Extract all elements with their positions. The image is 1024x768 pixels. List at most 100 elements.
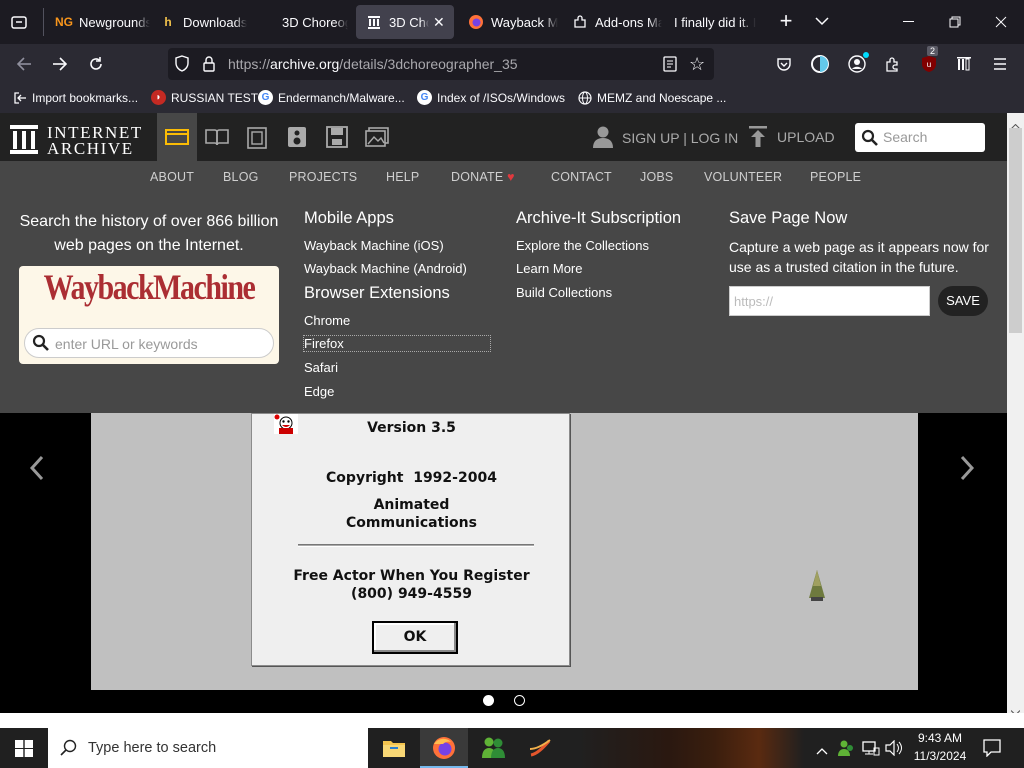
tab-i-finally-did-it[interactable]: I finally did it. I bbox=[664, 5, 764, 39]
scrollbar-thumb[interactable] bbox=[1009, 128, 1022, 333]
page-scrollbar[interactable] bbox=[1007, 113, 1024, 716]
people-tray-icon[interactable] bbox=[837, 739, 855, 762]
video-media-icon[interactable] bbox=[246, 127, 268, 154]
carousel-dot-1[interactable] bbox=[483, 695, 494, 706]
signup-login-link[interactable]: SIGN UP | LOG IN bbox=[622, 130, 738, 146]
web-media-tab[interactable] bbox=[157, 113, 197, 161]
bookmark-star-icon[interactable]: ☆ bbox=[689, 54, 705, 75]
link-chrome[interactable]: Chrome bbox=[304, 313, 350, 328]
tab-add-ons-manager[interactable]: Add-ons Manager bbox=[562, 5, 662, 39]
msn-messenger-taskbar-icon[interactable] bbox=[481, 736, 507, 765]
address-bar[interactable]: https://archive.org/details/3dchoreograp… bbox=[168, 48, 714, 80]
close-window-icon[interactable] bbox=[978, 0, 1024, 44]
link-learn-more[interactable]: Learn More bbox=[516, 261, 582, 276]
action-center-icon[interactable] bbox=[983, 739, 1001, 762]
next-slide-icon[interactable] bbox=[958, 455, 976, 486]
clock-date[interactable]: 11/3/2024 bbox=[910, 749, 970, 763]
nav-projects[interactable]: PROJECTS bbox=[289, 170, 357, 184]
images-media-icon[interactable] bbox=[365, 127, 389, 152]
taskbar-search-box[interactable]: Type here to search bbox=[48, 728, 368, 768]
dialog-ok-button[interactable]: OK bbox=[372, 621, 458, 654]
nav-about[interactable]: ABOUT bbox=[150, 170, 194, 184]
internet-archive-logo[interactable]: INTERNET ARCHIVE bbox=[10, 123, 150, 158]
bookmark-russian-test[interactable]: ◗ RUSSIAN TEST bbox=[151, 90, 258, 105]
tab-downloads[interactable]: h Downloads bbox=[150, 5, 265, 39]
bookmark-endermanch[interactable]: G Endermanch/Malware... bbox=[258, 90, 405, 105]
ublock-origin-icon[interactable]: u 2 bbox=[917, 46, 941, 76]
audio-media-icon[interactable] bbox=[287, 126, 307, 153]
firefox-icon bbox=[468, 14, 484, 30]
nav-donate[interactable]: DONATE ♥ bbox=[451, 170, 515, 184]
save-page-description: Capture a web page as it appears now for… bbox=[729, 239, 989, 275]
google-icon: G bbox=[417, 90, 432, 105]
upload-icon[interactable] bbox=[749, 126, 767, 153]
ia-search-box[interactable]: Search bbox=[855, 123, 985, 152]
restore-window-icon[interactable] bbox=[932, 0, 978, 44]
nav-help[interactable]: HELP bbox=[386, 170, 419, 184]
lock-icon[interactable] bbox=[202, 56, 216, 77]
file-explorer-taskbar-icon[interactable] bbox=[382, 738, 406, 763]
link-explore-collections[interactable]: Explore the Collections bbox=[516, 238, 649, 253]
carousel-dot-2[interactable] bbox=[514, 695, 525, 706]
user-icon[interactable] bbox=[593, 125, 613, 154]
newgrounds-icon: NG bbox=[55, 15, 73, 29]
nav-people[interactable]: PEOPLE bbox=[810, 170, 861, 184]
puzzle-icon bbox=[572, 14, 588, 30]
link-wayback-android[interactable]: Wayback Machine (Android) bbox=[304, 261, 467, 276]
start-button-icon[interactable] bbox=[15, 740, 33, 762]
upload-link[interactable]: UPLOAD bbox=[777, 129, 835, 145]
nav-blog[interactable]: BLOG bbox=[223, 170, 259, 184]
link-build-collections[interactable]: Build Collections bbox=[516, 285, 612, 300]
volume-icon[interactable] bbox=[885, 739, 903, 761]
bookmark-index-isos[interactable]: G Index of /ISOs/Windows bbox=[417, 90, 565, 105]
previous-slide-icon[interactable] bbox=[28, 455, 46, 486]
reader-view-icon[interactable] bbox=[663, 56, 677, 77]
app-menu-icon[interactable] bbox=[988, 52, 1012, 76]
about-dialog: Version 3.5 Copyright 1992-2004 Animated… bbox=[251, 413, 570, 666]
wayback-logo-box[interactable]: WaybackMachine enter URL or keywords bbox=[19, 266, 279, 364]
firefox-taskbar-button[interactable] bbox=[420, 728, 468, 768]
search-placeholder: Search bbox=[883, 129, 928, 145]
bookmark-memz[interactable]: MEMZ and Noescape ... bbox=[577, 90, 726, 105]
tab-wayback-machine[interactable]: Wayback Machine bbox=[458, 5, 558, 39]
new-tab-icon[interactable]: + bbox=[775, 10, 797, 34]
windows-taskbar: Type here to search 9:43 AM 11/3/2024 bbox=[0, 728, 1024, 768]
list-all-tabs-icon[interactable] bbox=[815, 13, 835, 33]
save-page-url-input[interactable]: https:// bbox=[729, 286, 930, 316]
link-wayback-ios[interactable]: Wayback Machine (iOS) bbox=[304, 238, 444, 253]
save-button[interactable]: SAVE bbox=[938, 286, 988, 316]
link-firefox[interactable]: Firefox bbox=[303, 335, 491, 352]
wayback-machine-logo: WaybackMachine bbox=[43, 268, 256, 308]
software-media-icon[interactable] bbox=[326, 126, 348, 153]
url-text[interactable]: https://archive.org/details/3dchoreograp… bbox=[228, 56, 518, 72]
clock-time[interactable]: 9:43 AM bbox=[910, 731, 970, 745]
nav-contact[interactable]: CONTACT bbox=[551, 170, 612, 184]
link-safari[interactable]: Safari bbox=[304, 360, 338, 375]
account-icon[interactable] bbox=[845, 52, 869, 76]
wayback-url-input[interactable]: enter URL or keywords bbox=[24, 328, 274, 358]
pocket-icon[interactable] bbox=[772, 52, 796, 76]
close-tab-icon[interactable]: ✕ bbox=[433, 14, 445, 31]
search-icon bbox=[861, 129, 878, 146]
tab-list-icon[interactable] bbox=[8, 11, 30, 33]
bookmarks-toolbar: Import bookmarks... ◗ RUSSIAN TEST G End… bbox=[0, 84, 1024, 113]
minimize-window-icon[interactable] bbox=[886, 0, 932, 44]
texts-media-icon[interactable] bbox=[205, 128, 229, 151]
app-taskbar-icon[interactable] bbox=[528, 737, 554, 764]
extensions-puzzle-icon[interactable] bbox=[881, 52, 905, 76]
bookmark-import[interactable]: Import bookmarks... bbox=[12, 90, 138, 105]
reload-icon[interactable] bbox=[84, 52, 108, 76]
link-edge[interactable]: Edge bbox=[304, 384, 334, 399]
tab-newgrounds[interactable]: NG Newgrounds bbox=[46, 5, 150, 39]
tab-3d-choreographer-active[interactable]: 3D Choreographer ✕ bbox=[356, 5, 454, 39]
tracking-protection-shield-icon[interactable] bbox=[174, 55, 190, 78]
network-icon[interactable] bbox=[862, 740, 880, 761]
nav-jobs[interactable]: JOBS bbox=[640, 170, 673, 184]
show-hidden-icons-icon[interactable] bbox=[816, 742, 828, 760]
nav-volunteer[interactable]: VOLUNTEER bbox=[704, 170, 782, 184]
forward-icon[interactable] bbox=[48, 52, 72, 76]
library-icon[interactable] bbox=[952, 52, 976, 76]
extension-circle-icon[interactable] bbox=[808, 52, 832, 76]
back-icon[interactable] bbox=[12, 52, 36, 76]
tab-3d-choreographer[interactable]: 3D Choreographer bbox=[272, 5, 348, 39]
